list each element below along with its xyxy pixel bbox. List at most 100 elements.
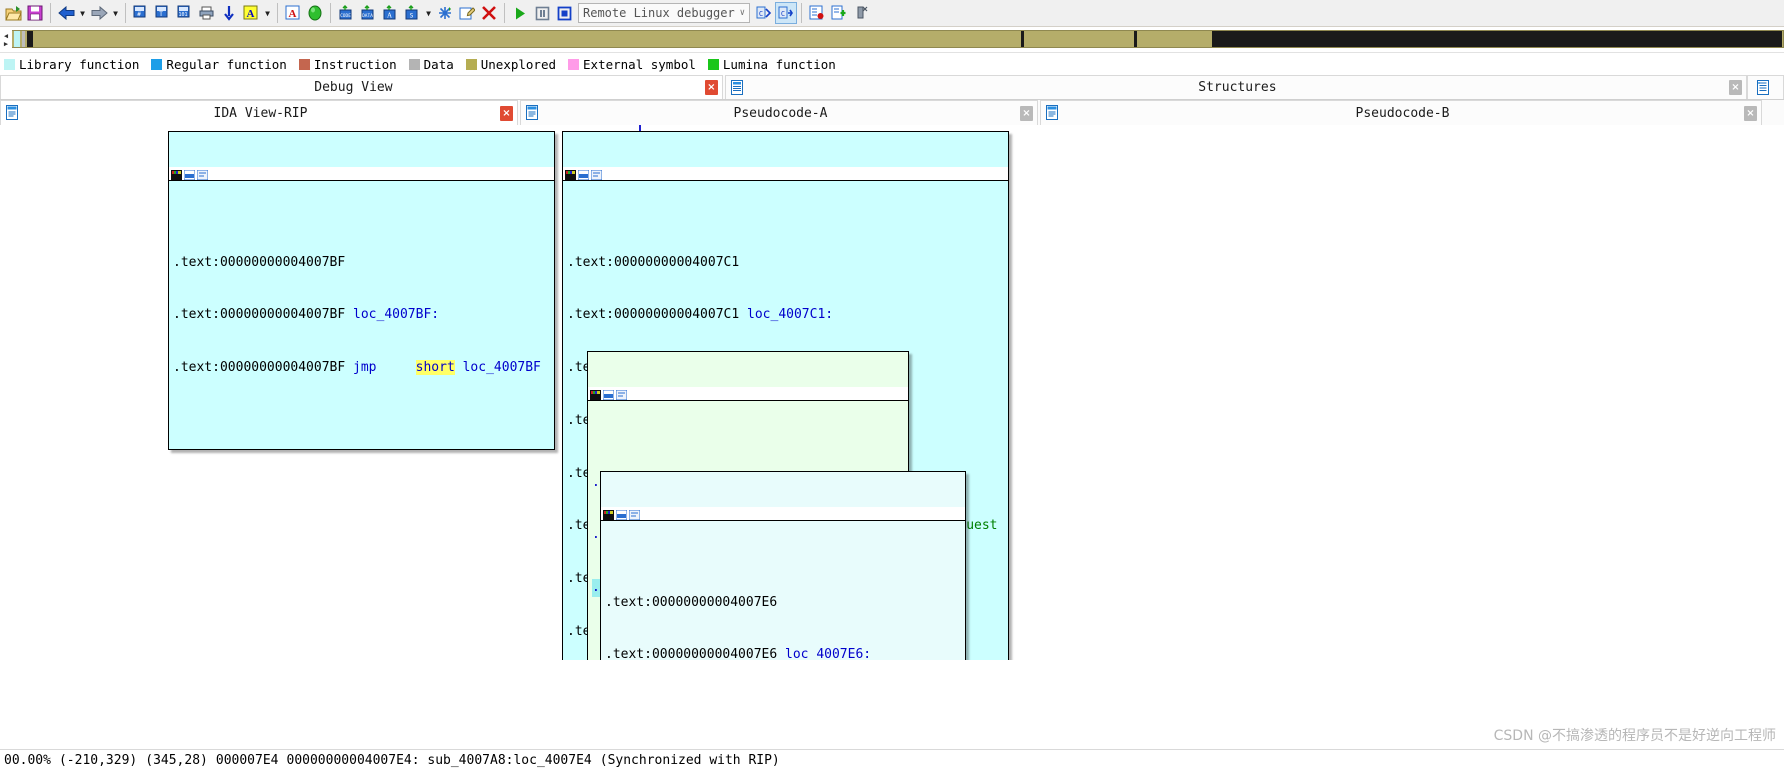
hex-view-icon bbox=[1756, 79, 1772, 96]
legend-item-library-function: Library function bbox=[4, 57, 139, 72]
tab-pseudocode-a[interactable]: Pseudocode-A × bbox=[520, 100, 1038, 125]
node-color-icon[interactable] bbox=[590, 388, 601, 401]
stop-icon[interactable] bbox=[553, 2, 575, 24]
node-edit-icon[interactable] bbox=[577, 168, 590, 181]
pause-icon[interactable] bbox=[531, 2, 553, 24]
tab-debug-view-close-icon[interactable]: × bbox=[704, 80, 718, 95]
svg-text:T: T bbox=[159, 11, 163, 18]
make-string-icon[interactable]: A bbox=[379, 2, 401, 24]
disasm-line[interactable]: .text:00000000004007C1 loc_4007C1: bbox=[567, 306, 1005, 324]
graph-node-body: .text:00000000004007E6 .text:00000000004… bbox=[601, 556, 965, 660]
navband-right-arrow-icon[interactable]: ▶ bbox=[4, 40, 8, 48]
legend-swatch-lumina-function bbox=[707, 58, 719, 70]
tab-pseudocode-b-close-icon[interactable]: × bbox=[1744, 105, 1757, 121]
disasm-line[interactable]: .text:00000000004007BF loc_4007BF: bbox=[173, 306, 551, 324]
navband-left-arrow-icon[interactable]: ◀ bbox=[4, 32, 8, 40]
toolbar-separator bbox=[125, 3, 126, 23]
code-binary-icon[interactable]: 101 bbox=[174, 2, 196, 24]
edit-function-icon[interactable] bbox=[456, 2, 478, 24]
watch-icon[interactable] bbox=[850, 2, 872, 24]
print-icon[interactable] bbox=[196, 2, 218, 24]
node-group-icon[interactable] bbox=[590, 168, 603, 181]
node-group-icon[interactable] bbox=[628, 508, 641, 521]
tab-structures[interactable]: Structures × bbox=[724, 75, 1747, 99]
node-color-icon[interactable] bbox=[565, 168, 576, 181]
tab-pseudocode-b-label: Pseudocode-B bbox=[1355, 105, 1450, 121]
tab-pseudocode-a-label: Pseudocode-A bbox=[733, 105, 828, 121]
legend-swatch-data bbox=[408, 58, 420, 70]
make-array-icon[interactable] bbox=[434, 2, 456, 24]
make-struct-icon[interactable]: S bbox=[401, 2, 423, 24]
navigator-band[interactable]: ◀ ▶ bbox=[0, 27, 1784, 53]
graph-node-loc-4007bf[interactable]: .text:00000000004007BF .text:00000000004… bbox=[168, 131, 555, 451]
node-color-icon[interactable] bbox=[171, 168, 182, 181]
legend-label-external-symbol: External symbol bbox=[583, 56, 696, 72]
tab-ida-view-rip[interactable]: IDA View-RIP × bbox=[0, 100, 518, 125]
tab-structures-label: Structures bbox=[1198, 80, 1277, 95]
status-graph-coord: (-210,329) bbox=[58, 753, 138, 768]
green-circle-icon[interactable] bbox=[304, 2, 326, 24]
svg-text:S: S bbox=[410, 13, 414, 20]
open-file-icon[interactable] bbox=[2, 2, 24, 24]
disasm-line[interactable]: .text:00000000004007BF jmp short loc_400… bbox=[173, 359, 551, 377]
tab-structures-close-icon[interactable]: × bbox=[1729, 80, 1742, 95]
font-dropdown-icon[interactable]: ▼ bbox=[262, 2, 273, 24]
forward-arrow-icon[interactable] bbox=[88, 2, 110, 24]
graph-node-loc-4007e6[interactable]: .text:00000000004007E6 .text:00000000004… bbox=[600, 471, 966, 660]
tab-pseudocode-a-close-icon[interactable]: × bbox=[1020, 105, 1033, 121]
status-bar: 00.00% (-210,329) (345,28) 000007E4 0000… bbox=[0, 749, 1784, 771]
legend-label-library-function: Library function bbox=[19, 56, 140, 72]
node-edit-icon[interactable] bbox=[615, 508, 628, 521]
make-data-icon[interactable]: DATA bbox=[357, 2, 379, 24]
status-file-offset: 000007E4 bbox=[215, 753, 279, 768]
debugger-select[interactable]: Remote Linux debugger ∨ bbox=[578, 3, 750, 23]
legend-swatch-external-symbol bbox=[568, 58, 580, 70]
node-edit-icon[interactable] bbox=[183, 168, 196, 181]
code-text-icon[interactable]: T bbox=[152, 2, 174, 24]
font-a-icon[interactable]: A bbox=[240, 2, 262, 24]
node-edit-icon[interactable] bbox=[602, 388, 615, 401]
save-file-icon[interactable] bbox=[24, 2, 46, 24]
struct-dropdown-icon[interactable]: ▼ bbox=[423, 2, 434, 24]
graph-node-titlebar[interactable] bbox=[563, 167, 1008, 182]
toolbar-separator bbox=[50, 3, 51, 23]
tab-pseudocode-b[interactable]: Pseudocode-B × bbox=[1040, 100, 1762, 125]
legend-swatch-regular-function bbox=[151, 58, 163, 70]
graph-node-titlebar[interactable] bbox=[588, 387, 908, 402]
node-color-icon[interactable] bbox=[603, 508, 614, 521]
legend-item-lumina-function: Lumina function bbox=[707, 57, 836, 72]
step-into-icon[interactable]: C bbox=[753, 2, 775, 24]
step-over-icon[interactable]: C bbox=[775, 2, 797, 24]
disasm-line[interactable]: .text:00000000004007E6 bbox=[605, 594, 962, 612]
toolbar-separator bbox=[277, 3, 278, 23]
disasm-line[interactable]: .text:00000000004007BF bbox=[173, 254, 551, 272]
code-hex-icon[interactable]: # bbox=[130, 2, 152, 24]
jump-down-icon[interactable] bbox=[218, 2, 240, 24]
disassembly-graph-view[interactable]: .text:00000000004007BF .text:00000000004… bbox=[0, 125, 1784, 660]
back-dropdown-icon[interactable]: ▼ bbox=[77, 2, 88, 24]
tab-ida-view-rip-close-icon[interactable]: × bbox=[500, 105, 513, 121]
legend-item-unexplored: Unexplored bbox=[465, 57, 556, 72]
status-screen-coord: (345,28) bbox=[145, 753, 208, 768]
navband-strip[interactable] bbox=[12, 30, 1784, 48]
tab-debug-view[interactable]: Debug View × bbox=[0, 75, 723, 99]
breakpoint-list-icon[interactable] bbox=[806, 2, 828, 24]
pseudocode-icon bbox=[1045, 105, 1061, 121]
graph-node-titlebar[interactable] bbox=[601, 507, 965, 522]
make-code-icon[interactable]: CODE bbox=[335, 2, 357, 24]
run-icon[interactable] bbox=[509, 2, 531, 24]
undefine-icon[interactable] bbox=[478, 2, 500, 24]
back-arrow-icon[interactable] bbox=[55, 2, 77, 24]
node-group-icon[interactable] bbox=[196, 168, 209, 181]
node-group-icon[interactable] bbox=[615, 388, 628, 401]
disasm-line[interactable]: .text:00000000004007E6 loc_4007E6: bbox=[605, 646, 962, 660]
tab-add-view[interactable] bbox=[1747, 75, 1784, 99]
graph-node-titlebar[interactable] bbox=[169, 167, 554, 182]
navband-segment-extern bbox=[1212, 31, 1782, 47]
alert-a-icon[interactable]: A bbox=[282, 2, 304, 24]
add-breakpoint-icon[interactable] bbox=[828, 2, 850, 24]
forward-dropdown-icon[interactable]: ▼ bbox=[110, 2, 121, 24]
navband-arrows[interactable]: ◀ ▶ bbox=[0, 27, 12, 52]
disasm-line[interactable]: .text:00000000004007C1 bbox=[567, 254, 1005, 272]
svg-text:101: 101 bbox=[178, 12, 187, 18]
